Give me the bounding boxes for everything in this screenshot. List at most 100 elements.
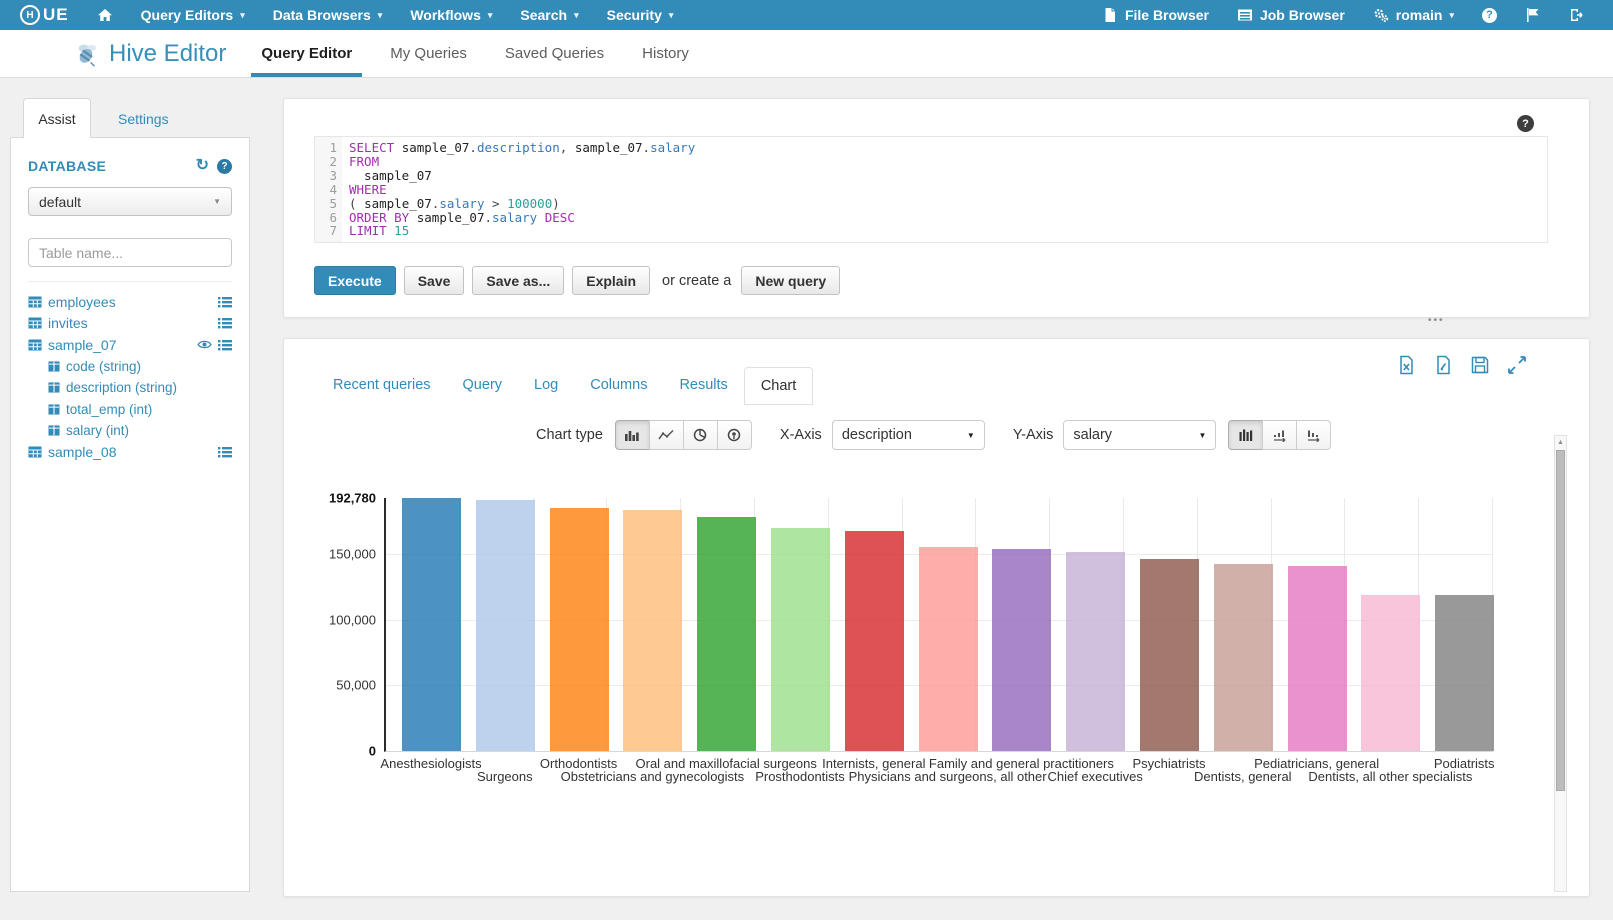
table-menu-icon[interactable] — [218, 296, 232, 308]
x-axis-label: X-Axis — [780, 427, 822, 443]
table-row-employees[interactable]: employees — [28, 291, 232, 313]
database-help-icon[interactable]: ? — [217, 159, 232, 174]
chart-bar[interactable] — [992, 549, 1051, 751]
chart-bar[interactable] — [697, 517, 756, 751]
tab-columns[interactable]: Columns — [574, 367, 663, 405]
panel-resize-handle[interactable]: ••• — [1428, 315, 1445, 326]
chart-type-pie-button[interactable] — [683, 420, 718, 450]
tab-results[interactable]: Results — [663, 367, 743, 405]
scrollbar-thumb[interactable] — [1556, 450, 1565, 791]
user-menu[interactable]: romain ▾ — [1359, 0, 1468, 30]
table-filter-input[interactable] — [28, 238, 232, 267]
table-name: sample_08 — [48, 444, 117, 460]
editor-help-icon[interactable]: ? — [1517, 115, 1534, 132]
tab-chart[interactable]: Chart — [744, 367, 813, 405]
menu-data-browsers[interactable]: Data Browsers ▾ — [259, 0, 397, 30]
x-axis-select[interactable]: description ▼ — [832, 420, 985, 450]
save-results-icon[interactable] — [1470, 355, 1490, 375]
chart-bar[interactable] — [1140, 559, 1199, 751]
database-select[interactable]: default ▼ — [28, 187, 232, 216]
chart-bar[interactable] — [1214, 564, 1273, 751]
save-as-button[interactable]: Save as... — [472, 266, 564, 295]
code-line[interactable]: ORDER BY sample_07.salary DESC — [349, 211, 695, 225]
sort-descending-button[interactable] — [1296, 420, 1331, 450]
sort-ascending-button[interactable] — [1262, 420, 1297, 450]
menu-workflows[interactable]: Workflows ▾ — [396, 0, 506, 30]
job-browser-button[interactable]: Job Browser — [1223, 0, 1359, 30]
export-xls-icon[interactable] — [1396, 355, 1416, 375]
menu-search[interactable]: Search ▾ — [506, 0, 592, 30]
table-menu-icon[interactable] — [218, 339, 232, 351]
menu-security[interactable]: Security ▾ — [593, 0, 688, 30]
chart-type-bars-button[interactable] — [615, 420, 650, 450]
help-button[interactable]: ? — [1468, 0, 1511, 30]
code-line[interactable]: SELECT sample_07.description, sample_07.… — [349, 141, 695, 155]
refresh-icon[interactable]: ↻ — [196, 159, 209, 173]
results-panel: Recent queries Query Log Columns Results… — [283, 338, 1590, 897]
chart-type-line-button[interactable] — [649, 420, 684, 450]
column-row-code[interactable]: code (string) — [28, 356, 232, 378]
tab-settings[interactable]: Settings — [118, 111, 169, 138]
tab-assist[interactable]: Assist — [23, 98, 91, 138]
y-axis-select[interactable]: salary ▼ — [1063, 420, 1216, 450]
table-row-sample-07[interactable]: sample_07 — [28, 334, 232, 356]
x-axis-category-label: Dentists, all other specialists — [1308, 769, 1472, 784]
table-menu-icon[interactable] — [218, 317, 232, 329]
tab-recent-queries[interactable]: Recent queries — [317, 367, 447, 405]
tab-log[interactable]: Log — [518, 367, 574, 405]
table-row-invites[interactable]: invites — [28, 313, 232, 335]
column-row-salary[interactable]: salary (int) — [28, 420, 232, 442]
app-title[interactable]: Hive Editor — [72, 30, 226, 77]
preview-eye-icon[interactable] — [197, 339, 212, 350]
editor-code[interactable]: SELECT sample_07.description, sample_07.… — [342, 137, 695, 242]
job-browser-label: Job Browser — [1260, 7, 1345, 23]
menu-query-editors[interactable]: Query Editors ▾ — [127, 0, 259, 30]
scrollbar-up-arrow[interactable]: ▲ — [1555, 436, 1566, 448]
chart-bar[interactable] — [476, 500, 535, 751]
chart-bar[interactable] — [402, 498, 461, 751]
save-button[interactable]: Save — [404, 266, 465, 295]
code-line[interactable]: LIMIT 15 — [349, 224, 695, 238]
hue-logo[interactable]: H ue — [20, 5, 69, 25]
results-scrollbar[interactable]: ▲ — [1554, 435, 1567, 892]
tab-query[interactable]: Query — [447, 367, 519, 405]
chart-bar[interactable] — [919, 547, 978, 751]
tab-query-editor[interactable]: Query Editor — [251, 30, 362, 77]
chart-bar[interactable] — [550, 508, 609, 751]
explain-button[interactable]: Explain — [572, 266, 650, 295]
table-row-sample-08[interactable]: sample_08 — [28, 442, 232, 464]
code-line[interactable]: sample_07 — [349, 169, 695, 183]
sort-none-button[interactable] — [1228, 420, 1263, 450]
new-query-button[interactable]: New query — [741, 266, 840, 295]
chart-bar[interactable] — [1066, 552, 1125, 751]
column-row-total-emp[interactable]: total_emp (int) — [28, 399, 232, 421]
code-line[interactable]: FROM — [349, 155, 695, 169]
column-row-description[interactable]: description (string) — [28, 377, 232, 399]
file-browser-button[interactable]: File Browser — [1088, 0, 1223, 30]
chart-bar[interactable] — [1361, 595, 1420, 751]
chart-bar[interactable] — [623, 510, 682, 751]
query-actions: Execute Save Save as... Explain or creat… — [314, 266, 848, 295]
code-line[interactable]: ( sample_07.salary > 100000) — [349, 197, 695, 211]
x-axis-category-label: Physicians and surgeons, all other — [849, 769, 1047, 784]
feedback-button[interactable] — [1511, 0, 1555, 30]
tab-history[interactable]: History — [632, 30, 699, 77]
chart-type-map-button[interactable] — [717, 420, 752, 450]
chevron-down-icon: ▾ — [378, 10, 383, 21]
sign-out-button[interactable] — [1555, 0, 1599, 30]
home-button[interactable] — [83, 0, 127, 30]
code-line[interactable]: WHERE — [349, 183, 695, 197]
export-csv-icon[interactable] — [1433, 355, 1453, 375]
line-number: 3 — [315, 169, 337, 183]
chart-bar[interactable] — [1435, 595, 1494, 751]
flag-icon — [1525, 7, 1541, 23]
chart-bar[interactable] — [845, 531, 904, 751]
sql-editor[interactable]: 1234567 SELECT sample_07.description, sa… — [314, 136, 1548, 243]
chart-bar[interactable] — [1288, 566, 1347, 751]
expand-icon[interactable] — [1507, 355, 1527, 375]
table-menu-icon[interactable] — [218, 446, 232, 458]
execute-button[interactable]: Execute — [314, 266, 396, 295]
chart-bar[interactable] — [771, 528, 830, 751]
tab-saved-queries[interactable]: Saved Queries — [495, 30, 614, 77]
tab-my-queries[interactable]: My Queries — [380, 30, 477, 77]
